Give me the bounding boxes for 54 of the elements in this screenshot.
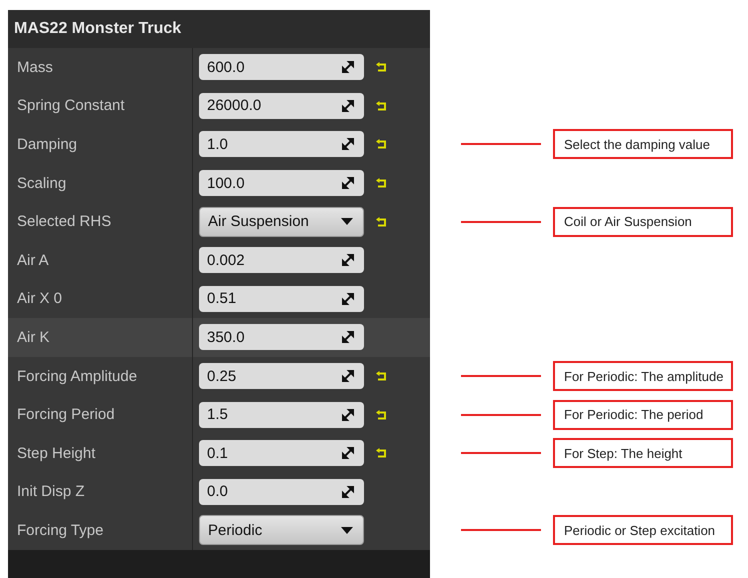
reset-icon[interactable] (376, 100, 387, 111)
property-label: Forcing Type (17, 522, 104, 539)
drag-arrows-icon (342, 486, 354, 498)
property-label: Forcing Period (17, 406, 115, 424)
reset-icon[interactable] (376, 178, 387, 188)
property-label: Air A (17, 252, 49, 269)
number-field[interactable]: 0.1 (199, 440, 364, 466)
dropdown[interactable]: Air Suspension (199, 206, 364, 237)
number-field[interactable]: 0.0 (199, 478, 364, 505)
drag-arrows-icon (342, 138, 354, 150)
drag-arrows-icon (342, 370, 354, 382)
reset-icon[interactable] (376, 448, 387, 458)
drag-arrows-icon (342, 447, 354, 460)
number-field[interactable]: 26000.0 (199, 92, 364, 119)
reset-icon[interactable] (376, 62, 387, 72)
caret-icon (341, 526, 353, 534)
property-label: Scaling (17, 174, 66, 192)
drag-arrows-icon (342, 177, 354, 190)
number-field[interactable]: 100.0 (199, 170, 364, 196)
reset-icon[interactable] (376, 139, 387, 150)
property-label: Selected RHS (17, 213, 112, 230)
reset-icon[interactable] (376, 371, 387, 382)
drag-arrows-icon (342, 100, 354, 112)
number-field[interactable]: 1.0 (199, 131, 364, 158)
callout-box: Coil or Air Suspension (553, 206, 733, 237)
property-label: Spring Constant (17, 97, 125, 114)
callout-box: Periodic or Step excitation (553, 515, 733, 546)
number-field[interactable]: 1.5 (199, 402, 364, 428)
callout-box: For Periodic: The period (553, 400, 733, 430)
panel-title: MAS22 Monster Truck (14, 20, 182, 38)
drag-arrows-icon (342, 331, 354, 344)
number-field[interactable]: 0.25 (199, 363, 364, 390)
callout-box: Select the damping value (553, 129, 733, 160)
reset-icon[interactable] (376, 216, 387, 227)
number-field[interactable]: 0.51 (199, 286, 364, 312)
caret-icon (341, 218, 353, 226)
drag-arrows-icon (342, 61, 354, 74)
number-field[interactable]: 0.002 (199, 247, 364, 274)
dropdown[interactable]: Periodic (199, 515, 364, 546)
property-label: Air K (17, 328, 50, 346)
drag-arrows-icon (342, 408, 354, 421)
property-label: Init Disp Z (17, 483, 85, 500)
reset-icon[interactable] (376, 410, 387, 420)
property-label: Forcing Amplitude (17, 368, 138, 385)
property-label: Mass (17, 58, 53, 76)
property-label: Damping (17, 136, 78, 153)
callout-box: For Periodic: The amplitude (553, 361, 733, 392)
number-field[interactable]: 350.0 (199, 324, 364, 350)
property-label: Air X 0 (17, 290, 62, 308)
callout-box: For Step: The height (553, 438, 733, 468)
drag-arrows-icon (342, 292, 354, 305)
property-label: Step Height (17, 444, 96, 462)
number-field[interactable]: 600.0 (199, 54, 364, 80)
drag-arrows-icon (342, 254, 354, 266)
